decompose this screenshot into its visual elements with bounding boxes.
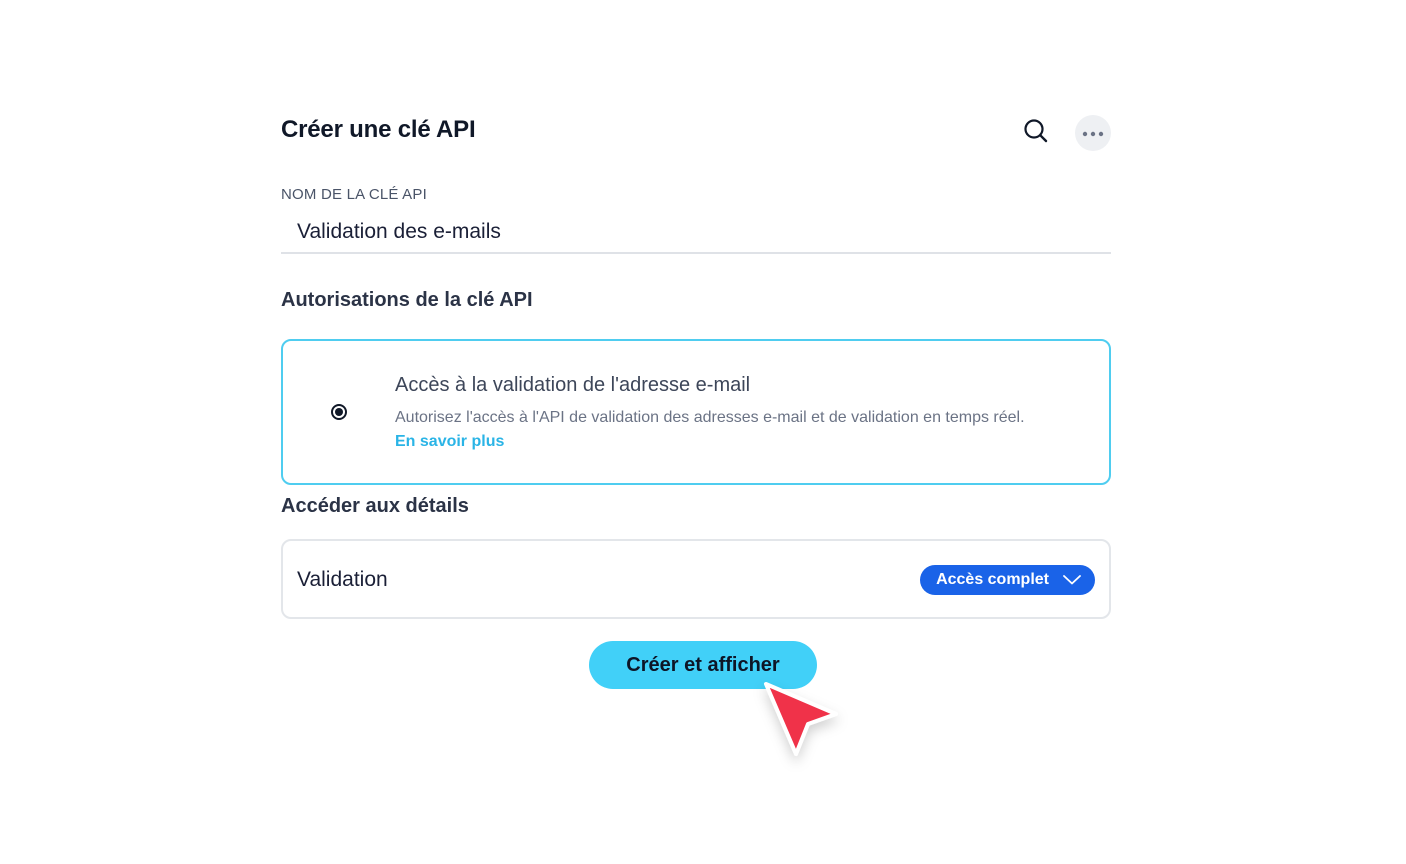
chevron-down-icon bbox=[1063, 575, 1081, 585]
permissions-heading: Autorisations de la clé API bbox=[281, 289, 533, 311]
access-detail-row: Validation Accès complet bbox=[281, 539, 1111, 619]
access-level-select[interactable]: Accès complet bbox=[920, 565, 1095, 595]
more-horizontal-icon bbox=[1082, 124, 1104, 142]
access-level-value: Accès complet bbox=[936, 571, 1049, 588]
more-options-button[interactable] bbox=[1075, 115, 1111, 151]
access-detail-label: Validation bbox=[297, 568, 388, 591]
create-and-show-button[interactable]: Créer et afficher bbox=[589, 641, 817, 689]
api-key-name-input[interactable] bbox=[281, 212, 1111, 254]
search-button[interactable] bbox=[1018, 115, 1054, 151]
page-title: Créer une clé API bbox=[281, 116, 476, 143]
access-details-heading: Accéder aux détails bbox=[281, 495, 469, 517]
radio-selected-dot bbox=[335, 408, 343, 416]
learn-more-link[interactable]: En savoir plus bbox=[395, 433, 504, 451]
search-icon bbox=[1023, 118, 1049, 149]
permission-radio[interactable] bbox=[331, 404, 347, 420]
permission-title: Accès à la validation de l'adresse e-mai… bbox=[395, 374, 751, 396]
permission-description: Autorisez l'accès à l'API de validation … bbox=[395, 409, 1025, 426]
create-api-key-panel: Créer une clé API NOM DE LA CLÉ API Auto… bbox=[0, 0, 1406, 864]
permission-option-card[interactable]: Accès à la validation de l'adresse e-mai… bbox=[281, 339, 1111, 485]
api-key-name-label: NOM DE LA CLÉ API bbox=[281, 186, 427, 203]
